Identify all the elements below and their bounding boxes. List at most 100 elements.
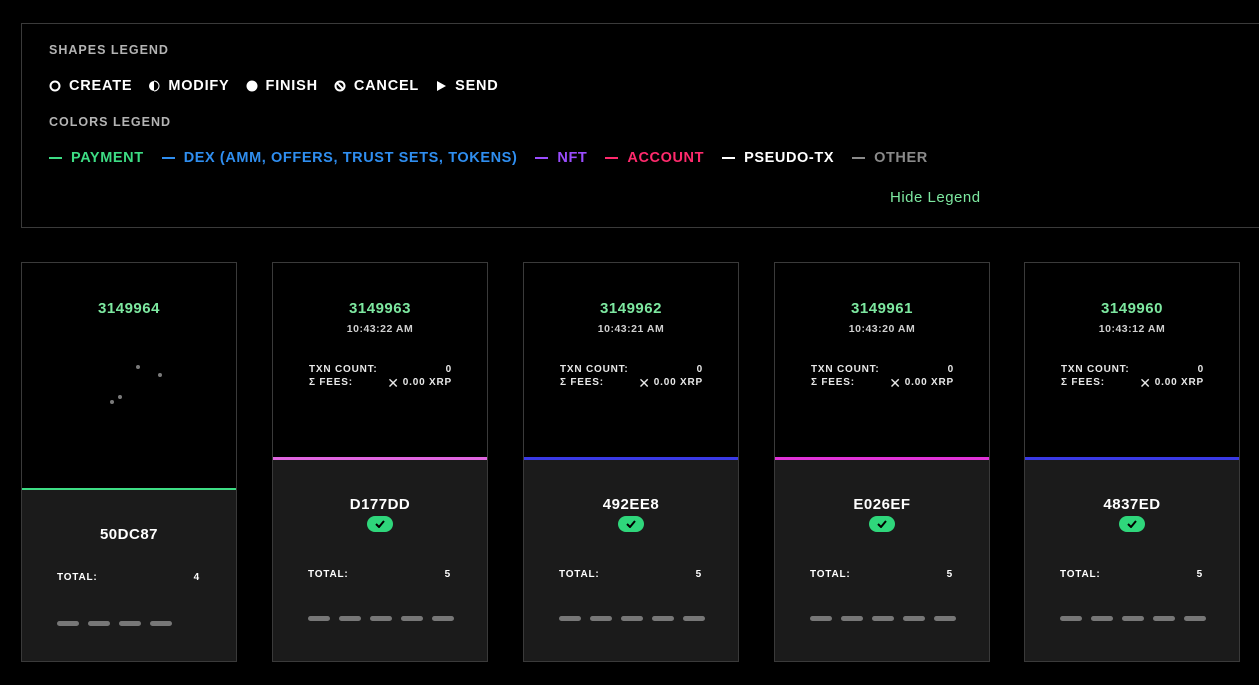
total-row: TOTAL: 4 bbox=[57, 572, 200, 583]
color-legend-label: NFT bbox=[557, 150, 588, 166]
loading-indicator bbox=[118, 395, 122, 399]
total-label: TOTAL: bbox=[559, 569, 600, 580]
xrp-icon: ✕ bbox=[889, 374, 902, 391]
transaction-pill[interactable] bbox=[308, 616, 330, 621]
txn-count-label: TXN COUNT: bbox=[309, 364, 378, 375]
loading-indicator bbox=[158, 373, 162, 377]
ledger-index[interactable]: 3149963 bbox=[273, 300, 487, 317]
txn-count-row: TXN COUNT: 0 bbox=[309, 364, 452, 375]
transaction-pill[interactable] bbox=[339, 616, 361, 621]
ledger-time: 10:43:12 AM bbox=[1098, 323, 1166, 335]
xrp-icon: ✕ bbox=[387, 374, 400, 391]
send-icon bbox=[437, 81, 447, 91]
txn-count-value: 0 bbox=[947, 364, 954, 375]
shape-finish: FINISH bbox=[246, 78, 318, 94]
transaction-pill[interactable] bbox=[652, 616, 674, 621]
transaction-pill[interactable] bbox=[119, 621, 141, 626]
transaction-pill[interactable] bbox=[559, 616, 581, 621]
ledger-hash: D177DD bbox=[349, 496, 411, 513]
fees-amount: 0.00 XRP bbox=[904, 377, 954, 388]
color-swatch bbox=[722, 157, 736, 159]
fees-value: ✕ 0.00 XRP bbox=[1139, 376, 1204, 390]
total-value: 5 bbox=[695, 569, 702, 580]
transaction-pill[interactable] bbox=[370, 616, 392, 621]
fees-label: Σ FEES: bbox=[560, 377, 604, 388]
shape-label: MODIFY bbox=[168, 78, 230, 94]
ledger-card[interactable]: 3149963 10:43:22 AM TXN COUNT: 0 Σ FEES: ✕ 0.0… bbox=[272, 262, 488, 662]
ledger-hash-section: D177DD TOTAL: 5 bbox=[273, 457, 487, 661]
transaction-pill[interactable] bbox=[1184, 616, 1206, 621]
transaction-pill[interactable] bbox=[841, 616, 863, 621]
txn-count-row: TXN COUNT: 0 bbox=[811, 364, 954, 375]
transaction-pills bbox=[559, 616, 714, 621]
transaction-pill[interactable] bbox=[1122, 616, 1144, 621]
transaction-pill[interactable] bbox=[88, 621, 110, 626]
ledger-hash: E026EF bbox=[853, 496, 911, 513]
transaction-pill[interactable] bbox=[934, 616, 956, 621]
color-legend-label: DEX (AMM, OFFERS, TRUST SETS, TOKENS) bbox=[183, 150, 518, 166]
transaction-pill[interactable] bbox=[810, 616, 832, 621]
verified-badge bbox=[367, 516, 393, 532]
verified-badge bbox=[618, 516, 644, 532]
transaction-pill[interactable] bbox=[401, 616, 423, 621]
fees-label: Σ FEES: bbox=[1061, 377, 1105, 388]
loading-indicator bbox=[136, 365, 140, 369]
ledger-hash-section: 492EE8 TOTAL: 5 bbox=[524, 457, 738, 661]
txn-count-row: TXN COUNT: 0 bbox=[1061, 364, 1204, 375]
transaction-pill[interactable] bbox=[590, 616, 612, 621]
color-legend-label: ACCOUNT bbox=[627, 150, 705, 166]
xrp-icon: ✕ bbox=[638, 374, 651, 391]
ledger-card[interactable]: 3149960 10:43:12 AM TXN COUNT: 0 Σ FEES: ✕ 0.0… bbox=[1024, 262, 1240, 662]
ledger-card[interactable]: 3149962 10:43:21 AM TXN COUNT: 0 Σ FEES: ✕ 0.0… bbox=[523, 262, 739, 662]
fees-value: ✕ 0.00 XRP bbox=[638, 374, 703, 391]
verified-badge bbox=[1119, 516, 1145, 532]
total-row: TOTAL: 5 bbox=[810, 569, 953, 580]
ledger-index[interactable]: 3149961 bbox=[775, 300, 989, 317]
transaction-pills bbox=[1060, 616, 1215, 621]
transaction-pill[interactable] bbox=[150, 621, 172, 626]
total-row: TOTAL: 5 bbox=[1060, 569, 1203, 580]
ledger-hash-section: E026EF TOTAL: 5 bbox=[775, 457, 989, 661]
txn-count-label: TXN COUNT: bbox=[1061, 364, 1130, 375]
ledger-index[interactable]: 3149964 bbox=[22, 300, 236, 317]
finish-icon bbox=[246, 80, 258, 92]
color-legend-label: PSEUDO-TX bbox=[744, 150, 835, 166]
fees-value: ✕ 0.00 XRP bbox=[889, 374, 954, 391]
transaction-pill[interactable] bbox=[621, 616, 643, 621]
transaction-pill[interactable] bbox=[1153, 616, 1175, 621]
transaction-pill[interactable] bbox=[1060, 616, 1082, 621]
total-row: TOTAL: 5 bbox=[559, 569, 702, 580]
txn-count-value: 0 bbox=[696, 364, 703, 375]
color-swatch bbox=[535, 157, 549, 159]
txn-count-value: 0 bbox=[1197, 364, 1204, 375]
shape-label: FINISH bbox=[265, 78, 318, 94]
transaction-pill[interactable] bbox=[57, 621, 79, 626]
fees-amount: 0.00 XRP bbox=[653, 377, 703, 388]
legend-panel: SHAPES LEGEND CREATE MODIFY FINISH CANCE… bbox=[21, 23, 1259, 228]
transaction-pills bbox=[810, 616, 965, 621]
shape-send: SEND bbox=[435, 78, 499, 94]
ledger-hash-section: 50DC87 TOTAL: 4 bbox=[22, 488, 236, 661]
transaction-pill[interactable] bbox=[683, 616, 705, 621]
transaction-pill[interactable] bbox=[1091, 616, 1113, 621]
shape-cancel: CANCEL bbox=[334, 78, 419, 94]
fees-row: Σ FEES: ✕ 0.00 XRP bbox=[309, 374, 452, 391]
txn-count-label: TXN COUNT: bbox=[560, 364, 629, 375]
shape-label: SEND bbox=[455, 78, 499, 94]
fees-row: Σ FEES: ✕ 0.00 XRP bbox=[560, 374, 703, 391]
hide-legend-link[interactable]: Hide Legend bbox=[890, 189, 981, 206]
transaction-pill[interactable] bbox=[903, 616, 925, 621]
ledger-index[interactable]: 3149962 bbox=[524, 300, 738, 317]
transaction-pill[interactable] bbox=[432, 616, 454, 621]
ledger-card[interactable]: 3149961 10:43:20 AM TXN COUNT: 0 Σ FEES: ✕ 0.0… bbox=[774, 262, 990, 662]
transaction-pill[interactable] bbox=[872, 616, 894, 621]
ledger-index[interactable]: 3149960 bbox=[1025, 300, 1239, 317]
ledger-card[interactable]: 3149964 50DC87 TOTAL: 4 bbox=[21, 262, 237, 662]
color-legend-label: OTHER bbox=[874, 150, 928, 166]
fees-row: Σ FEES: ✕ 0.00 XRP bbox=[1061, 376, 1204, 390]
create-icon bbox=[49, 80, 61, 92]
fees-amount: 0.00 XRP bbox=[1154, 377, 1204, 388]
transaction-pills bbox=[308, 616, 463, 621]
fees-label: Σ FEES: bbox=[811, 377, 855, 388]
color-legend-item: ACCOUNT bbox=[605, 150, 704, 166]
